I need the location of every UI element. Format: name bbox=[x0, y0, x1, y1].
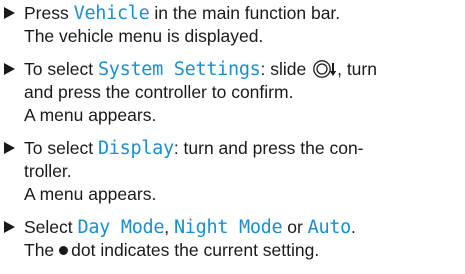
step-1-text-end: in the main function bar. bbox=[149, 3, 341, 23]
step-4-text-post: dot indicates the current setting. bbox=[71, 240, 320, 260]
step-4-line-1: Select Day Mode, Night Mode or Auto. bbox=[24, 216, 356, 239]
step-1-line-1: Press Vehicle in the main function bar. bbox=[24, 2, 340, 25]
system-settings-label: System Settings bbox=[97, 59, 261, 80]
controller-slide-down-icon bbox=[313, 59, 337, 79]
step-1-text: Press bbox=[24, 3, 74, 23]
step-3-line-1: To select Display: turn and press the co… bbox=[24, 137, 364, 160]
current-setting-dot-icon bbox=[59, 246, 69, 255]
separator-comma: , bbox=[164, 217, 174, 237]
step-3-text: To select bbox=[24, 138, 98, 158]
step-1-line-2: The vehicle menu is displayed. bbox=[24, 26, 264, 46]
step-3-text-end: : turn and press the con- bbox=[173, 138, 364, 158]
display-label: Display bbox=[97, 138, 174, 159]
bullet-arrow-icon bbox=[4, 142, 15, 154]
step-2-line-3: A menu appears. bbox=[24, 105, 157, 125]
bullet-arrow-icon bbox=[4, 221, 15, 233]
bullet-arrow-icon bbox=[4, 7, 15, 19]
step-4-text: Select bbox=[24, 217, 78, 237]
instruction-list: Press Vehicle in the main function bar. … bbox=[0, 0, 465, 274]
step-4-line-2: The dot indicates the current setting. bbox=[24, 239, 319, 262]
step-2-line-1: To select System Settings: slide , turn bbox=[24, 58, 377, 81]
period: . bbox=[351, 217, 356, 237]
day-mode-label: Day Mode bbox=[77, 217, 165, 238]
auto-label: Auto bbox=[307, 217, 352, 238]
step-2-text-end: , turn bbox=[337, 59, 377, 79]
night-mode-label: Night Mode bbox=[173, 217, 283, 238]
step-4-text-pre: The bbox=[24, 240, 55, 260]
step-3-line-3: A menu appears. bbox=[24, 184, 157, 204]
step-2-text-mid: : slide bbox=[260, 59, 312, 79]
step-2-line-2: and press the controller to confirm. bbox=[24, 82, 294, 102]
bullet-arrow-icon bbox=[4, 63, 15, 75]
vehicle-menu-label: Vehicle bbox=[73, 3, 150, 24]
step-3-line-2: troller. bbox=[24, 161, 72, 181]
step-2-text: To select bbox=[24, 59, 98, 79]
separator-or: or bbox=[282, 217, 308, 237]
